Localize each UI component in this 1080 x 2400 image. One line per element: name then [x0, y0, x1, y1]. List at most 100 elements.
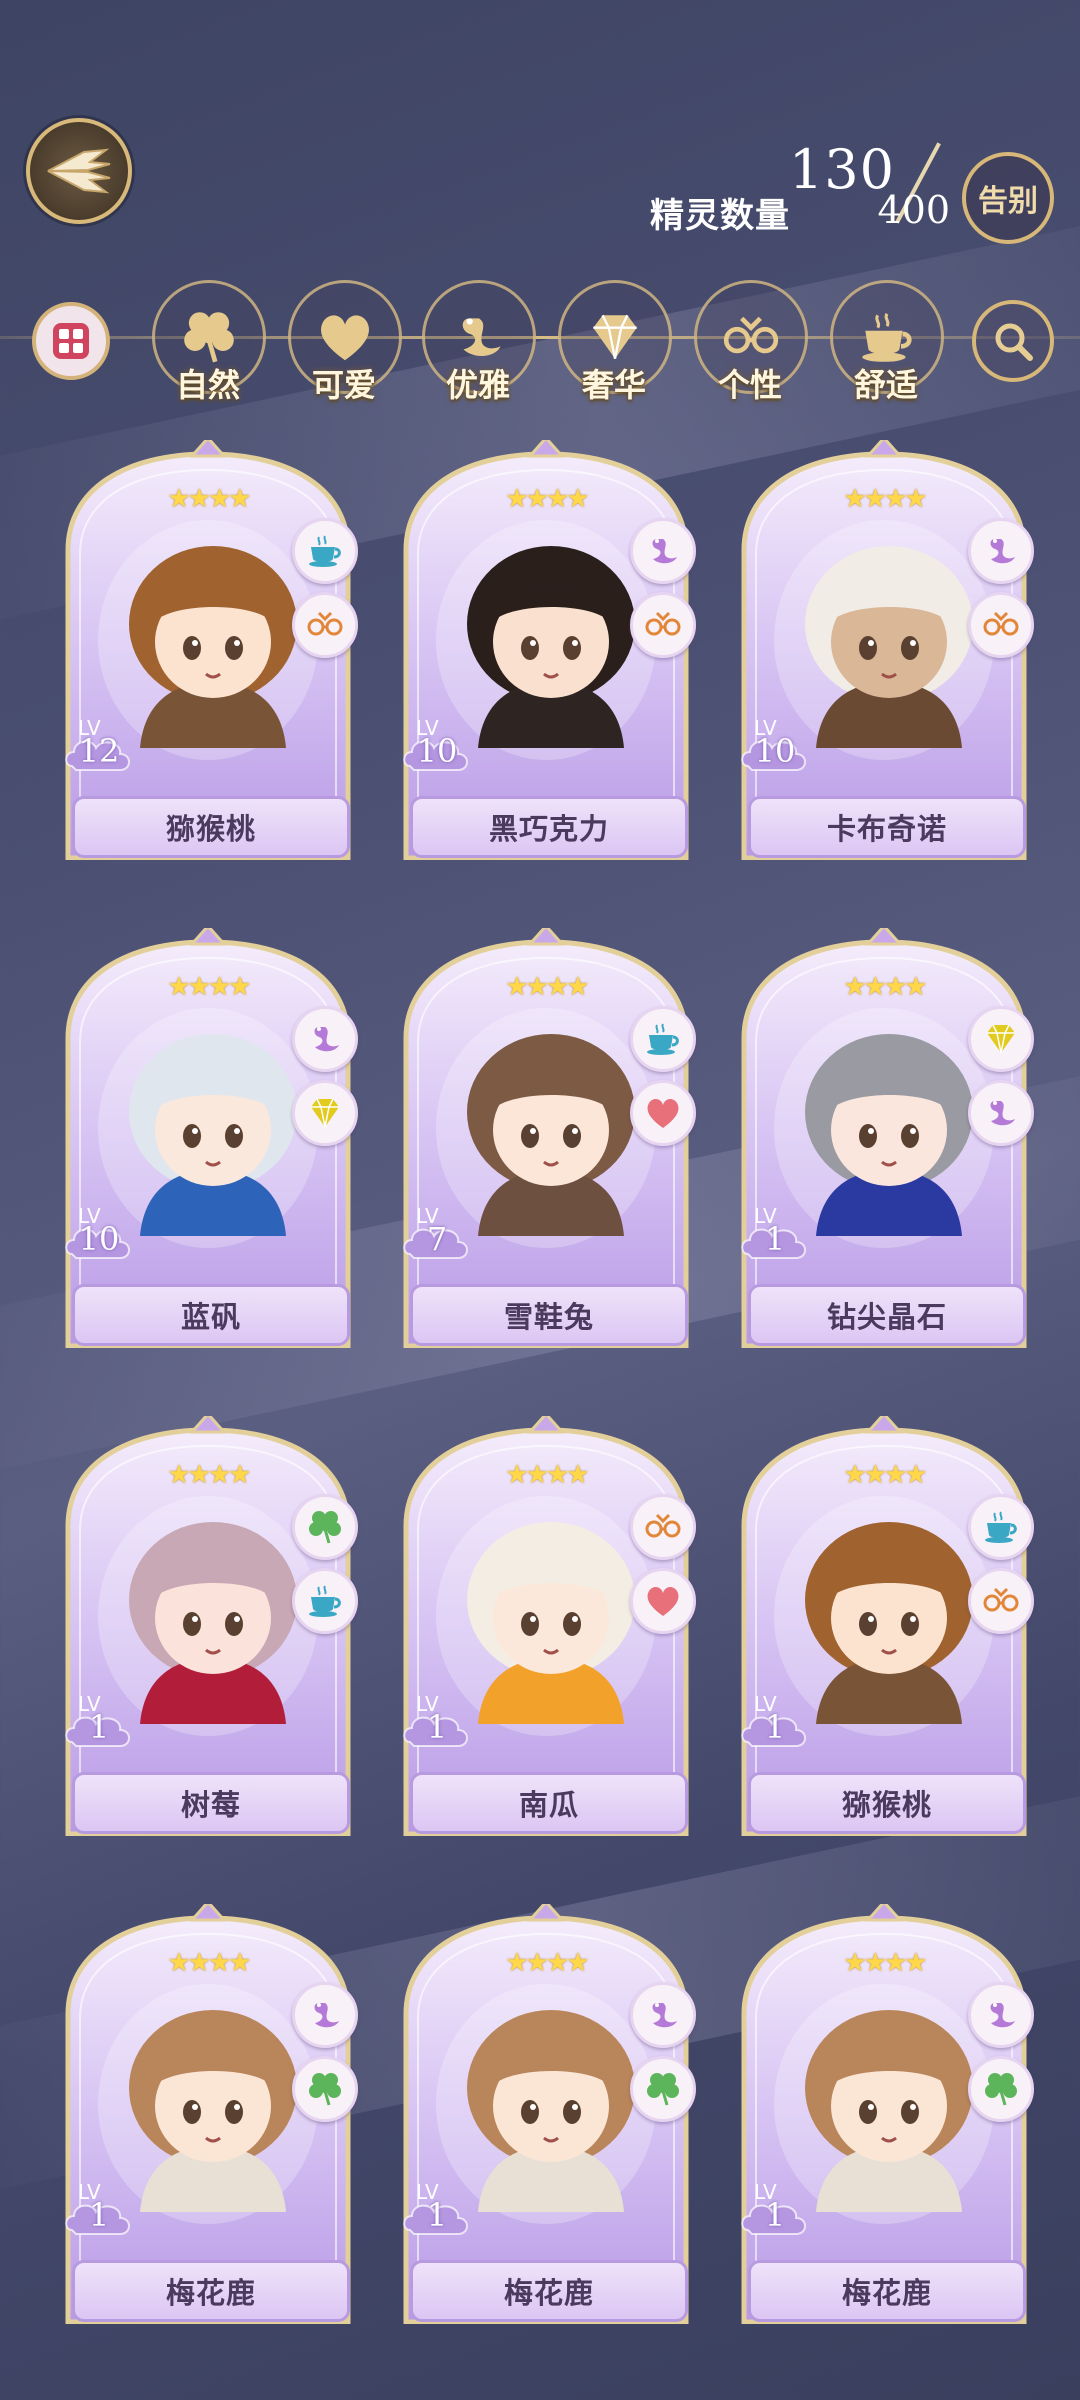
swan-icon [652, 2003, 677, 2028]
trait-badge [968, 592, 1034, 658]
swan-icon [990, 1101, 1015, 1126]
heart-icon [647, 1587, 679, 1616]
spirit-card[interactable]: ★★★★ LV 1 梅花鹿 [64, 1904, 358, 2324]
name-plate: 南瓜 [410, 1772, 688, 1834]
spirit-portrait [467, 546, 635, 748]
trait-badge [968, 1080, 1034, 1146]
trait-badge [292, 1568, 358, 1634]
spirit-card[interactable]: ★★★★ LV 1 树莓 [64, 1416, 358, 1836]
filter-swan[interactable]: 优雅 [422, 280, 536, 410]
name-plate: 猕猴桃 [748, 1772, 1026, 1834]
level-number: 12 [78, 732, 120, 770]
filter-clover[interactable]: 自然 [152, 280, 266, 410]
teacup-icon [647, 1023, 679, 1055]
filter-label: 舒适 [853, 366, 918, 404]
spirit-name: 梅花鹿 [503, 2276, 594, 2310]
level-number: 10 [754, 732, 796, 770]
trait-badge [630, 592, 696, 658]
swan-icon [314, 1027, 339, 1052]
spirit-card[interactable]: ★★★★ LV 10 卡布奇诺 [740, 440, 1034, 860]
spirit-portrait [129, 1522, 297, 1724]
trait-badge [630, 1982, 696, 2048]
filter-all-button[interactable] [32, 302, 110, 380]
filter-heart[interactable]: 可爱 [288, 280, 402, 410]
level-number: 7 [426, 1220, 448, 1258]
trait-badge [968, 1982, 1034, 2048]
spirit-card[interactable]: ★★★★ LV 10 蓝矾 [64, 928, 358, 1348]
rarity-stars: ★★★★ [167, 972, 251, 1002]
trait-badge [630, 2056, 696, 2122]
spirit-count-max: 400 [877, 188, 950, 232]
spirit-card[interactable]: ★★★★ LV 1 南瓜 [402, 1416, 696, 1836]
swan-icon [314, 2003, 339, 2028]
filter-teacup[interactable]: 舒适 [830, 280, 944, 410]
search-icon [995, 323, 1033, 361]
name-plate: 蓝矾 [72, 1284, 350, 1346]
search-button[interactable] [972, 300, 1054, 382]
clover-icon [985, 2073, 1017, 2106]
clover-icon [309, 2073, 341, 2106]
level-badge: LV 1 [740, 1204, 810, 1264]
spirit-card[interactable]: ★★★★ LV 10 黑巧克力 [402, 440, 696, 860]
name-plate: 梅花鹿 [72, 2260, 350, 2322]
trait-badge [292, 518, 358, 584]
spirit-card[interactable]: ★★★★ LV 12 猕猴桃 [64, 440, 358, 860]
diamond-icon [987, 1024, 1015, 1054]
spirit-portrait [805, 1034, 973, 1236]
rarity-stars: ★★★★ [167, 484, 251, 514]
spirit-name: 钻尖晶石 [826, 1300, 947, 1334]
level-badge: LV 1 [64, 1692, 134, 1752]
filter-glasses[interactable]: 个性 [694, 280, 808, 410]
rarity-stars: ★★★★ [505, 484, 589, 514]
spirit-name: 黑巧克力 [488, 812, 609, 846]
spirit-card[interactable]: ★★★★ LV 1 梅花鹿 [740, 1904, 1034, 2324]
level-number: 1 [764, 2196, 786, 2234]
trait-badge [630, 518, 696, 584]
swan-icon [990, 539, 1015, 564]
name-plate: 钻尖晶石 [748, 1284, 1026, 1346]
filter-diamond[interactable]: 奢华 [558, 280, 672, 410]
spirit-card[interactable]: ★★★★ LV 1 钻尖晶石 [740, 928, 1034, 1348]
spirit-name: 梅花鹿 [841, 2276, 932, 2310]
spirit-name: 雪鞋兔 [503, 1300, 594, 1334]
clover-icon [184, 312, 234, 363]
spirit-card[interactable]: ★★★★ LV 7 雪鞋兔 [402, 928, 696, 1348]
trait-badge [630, 1494, 696, 1560]
spirit-card[interactable]: ★★★★ LV 1 梅花鹿 [402, 1904, 696, 2324]
level-badge: LV 10 [402, 716, 472, 776]
trait-badge [968, 518, 1034, 584]
spirit-portrait [129, 2010, 297, 2212]
spirit-portrait [805, 546, 973, 748]
teacup-icon [862, 312, 912, 362]
teacup-icon [985, 1511, 1017, 1543]
spirit-name: 猕猴桃 [841, 1788, 932, 1822]
spirit-card[interactable]: ★★★★ LV 1 猕猴桃 [740, 1416, 1034, 1836]
trait-badge [968, 1006, 1034, 1072]
level-number: 1 [764, 1220, 786, 1258]
rarity-stars: ★★★★ [167, 1948, 251, 1978]
rarity-stars: ★★★★ [505, 1460, 589, 1490]
glasses-icon [645, 1513, 681, 1538]
trait-badge [292, 1080, 358, 1146]
trait-badge [968, 2056, 1034, 2122]
level-badge: LV 1 [740, 1692, 810, 1752]
swan-icon [462, 318, 501, 357]
spirit-name: 蓝矾 [180, 1300, 241, 1334]
name-plate: 猕猴桃 [72, 796, 350, 858]
level-number: 1 [426, 1708, 448, 1746]
level-number: 1 [764, 1708, 786, 1746]
clover-icon [309, 1511, 341, 1544]
rarity-stars: ★★★★ [843, 1460, 927, 1490]
filter-label: 个性 [717, 366, 782, 404]
filter-bar: 自然 可爱 优雅 奢华 个性 舒适 [0, 270, 1080, 410]
trait-badge [630, 1080, 696, 1146]
back-button[interactable] [26, 118, 132, 224]
trait-badge [630, 1568, 696, 1634]
spirit-portrait [129, 546, 297, 748]
trait-badge [292, 1006, 358, 1072]
rarity-stars: ★★★★ [843, 972, 927, 1002]
trait-badge [968, 1568, 1034, 1634]
glasses-icon [723, 316, 779, 354]
farewell-button[interactable]: 告别 [962, 152, 1054, 244]
rarity-stars: ★★★★ [505, 1948, 589, 1978]
